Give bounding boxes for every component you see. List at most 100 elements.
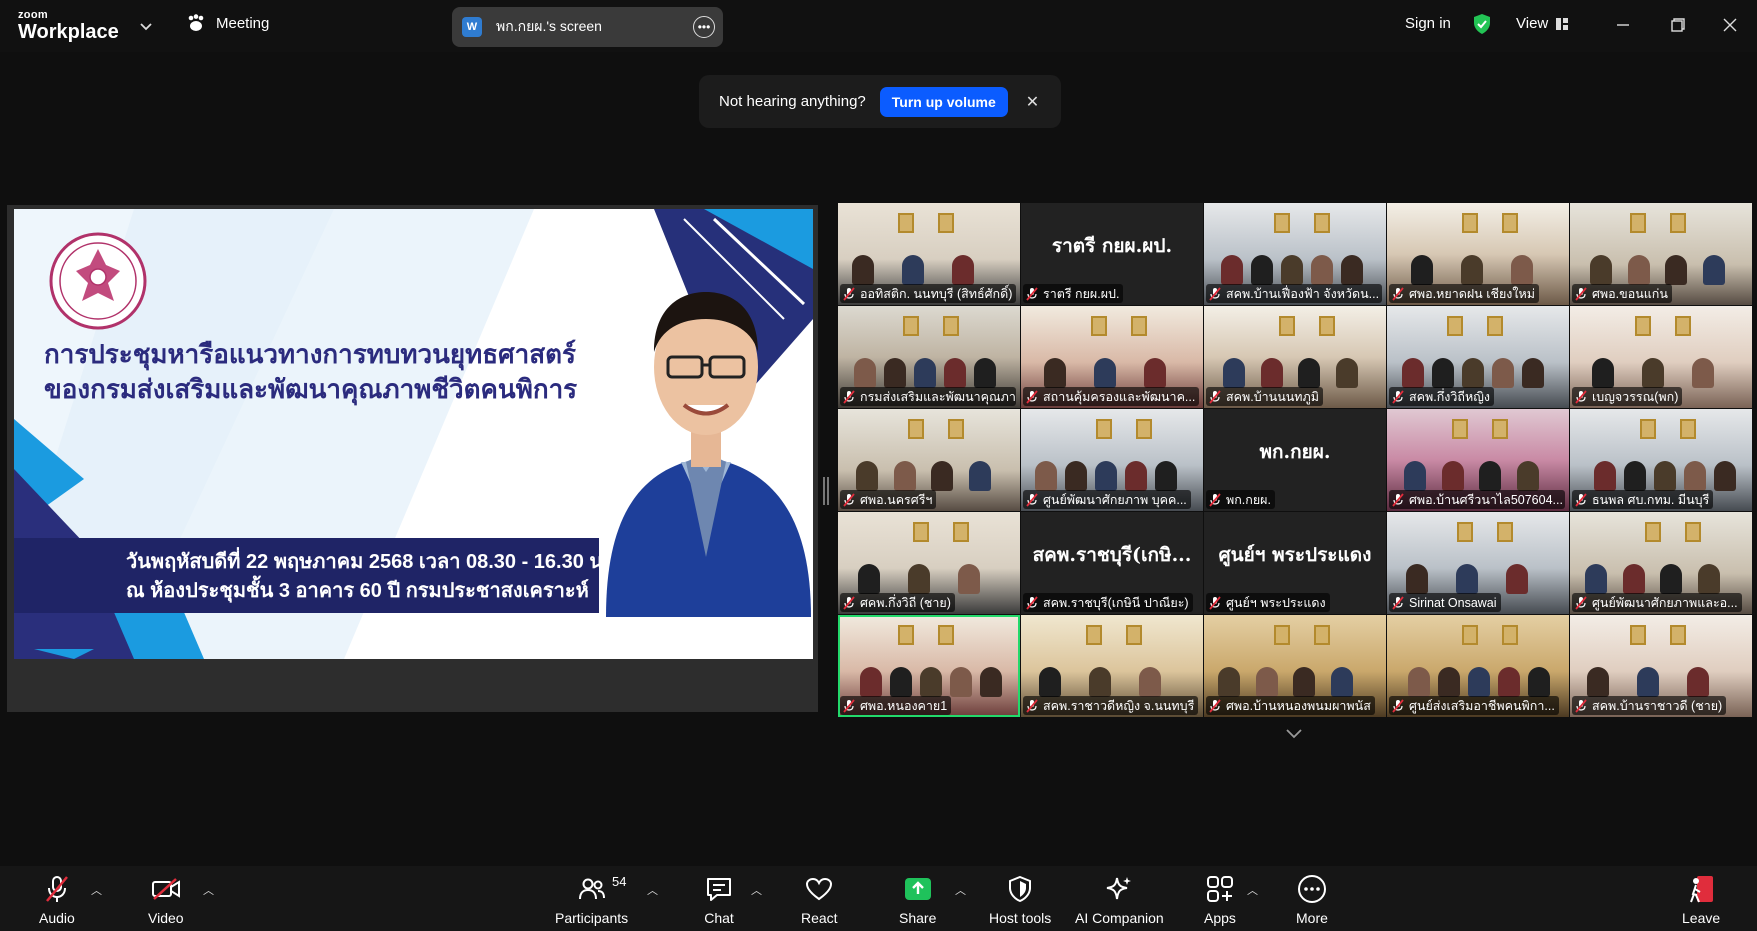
wall-portrait [1685,522,1701,542]
wall-portrait [1502,625,1518,645]
person-silhouette [958,564,980,594]
participant-tile[interactable]: สคพ.กึ่งวิถีหญิง [1387,306,1569,408]
person-silhouette [1637,667,1659,697]
more-button[interactable]: More [1296,874,1328,926]
participant-tile[interactable]: ศูนย์พัฒนาศักยภาพ บุคค... [1021,409,1203,511]
split-resize-handle[interactable] [823,477,829,505]
person-silhouette [1404,461,1426,491]
person-silhouette [944,358,966,388]
person-silhouette [1622,564,1645,594]
notice-message: Not hearing anything? [719,93,866,110]
encryption-shield-icon[interactable] [1472,13,1492,35]
person-silhouette [1218,667,1240,697]
person-silhouette [1251,255,1273,285]
view-button[interactable]: View [1516,15,1569,32]
participant-name-label: ศูนย์พัฒนาศักยภาพ บุคค... [1023,490,1191,509]
apps-button[interactable]: Apps [1204,874,1236,926]
person-silhouette [1044,358,1066,388]
video-options-caret-icon[interactable]: ︿ [203,882,214,897]
participant-tile[interactable]: ศพอ.นครศรีฯ [838,409,1020,511]
participant-tile[interactable]: สถานคุ้มครองและพัฒนาค... [1021,306,1203,408]
participant-tile[interactable]: ศพอ.หยาดฝน เชียงใหม่ [1387,203,1569,305]
person-silhouette [1281,255,1303,285]
chat-button[interactable]: Chat [704,874,734,926]
participant-name: ศพอ.บ้านศรีวนาไล507604... [1409,492,1563,507]
participant-tile[interactable]: ศูนย์ฯ พระประแดง ศูนย์ฯ พระประแดง [1204,512,1386,614]
participant-name-label: ศูนย์ฯ พระประแดง [1206,593,1330,612]
apps-options-caret-icon[interactable]: ︿ [1247,882,1258,897]
participant-tile[interactable]: Sirinat Onsawai [1387,512,1569,614]
participant-tile[interactable]: ศูนย์พัฒนาศักยภาพและอ... [1570,512,1752,614]
person-silhouette [1660,564,1682,594]
audio-options-caret-icon[interactable]: ︿ [91,882,102,897]
person-silhouette [1089,667,1111,697]
participant-tile[interactable]: สคพ.บ้านราชาวดี (ชาย) [1570,615,1752,717]
participants-options-caret-icon[interactable]: ︿ [647,882,658,897]
person-silhouette [858,564,880,594]
audio-notice: Not hearing anything? Turn up volume ✕ [699,75,1061,128]
participant-tile[interactable]: ธนพล ศบ.กทม. มีนบุรี [1570,409,1752,511]
person-silhouette [860,667,882,697]
person-silhouette [1692,358,1714,388]
video-people [1387,354,1569,388]
participant-tile[interactable]: ออทิสติก. นนทบุรี (สิทธ์ศักดิ์) [838,203,1020,305]
participant-tile[interactable]: พก.กยผ. พก.กยผ. [1204,409,1386,511]
participant-tile[interactable]: ศพอ.ขอนแก่น [1570,203,1752,305]
minimize-icon[interactable] [1610,12,1636,38]
wall-portrait [1274,625,1290,645]
person-silhouette [1139,667,1161,697]
video-people [838,560,1020,594]
participant-tile[interactable]: สคพ.บ้านนนทภูมิ [1204,306,1386,408]
participant-tile[interactable]: ราตรี กยผ.ผป. ราตรี กยผ.ผป. [1021,203,1203,305]
screen-share-pill[interactable]: W พก.กยผ.'s screen ••• [452,7,723,47]
participant-name: ศูนย์ฯ พระประแดง [1226,595,1326,610]
speaker-photo [606,292,811,617]
person-silhouette [968,461,991,491]
wall-portrait [913,522,929,542]
participant-tile[interactable]: ศคพ.กึ่งวิถี (ชาย) [838,512,1020,614]
participant-tile[interactable]: กรมส่งเสริมและพัฒนาคุณภา... [838,306,1020,408]
turn-up-volume-button[interactable]: Turn up volume [879,86,1008,117]
participant-tile[interactable]: ศพอ.บ้านศรีวนาไล507604... [1387,409,1569,511]
close-window-icon[interactable] [1717,12,1743,38]
sign-in-link[interactable]: Sign in [1405,15,1451,32]
person-silhouette [1441,461,1464,491]
muted-mic-icon [1392,595,1404,610]
participant-tile[interactable]: ศพอ.หนองคาย1 [838,615,1020,717]
leave-button[interactable]: Leave [1682,874,1720,926]
participant-tile[interactable]: สคพ.บ้านเฟื่องฟ้า จังหวัดน... [1204,203,1386,305]
wall-portrait [1645,522,1661,542]
meeting-button[interactable]: Meeting [186,14,269,32]
participant-name: ศพอ.บ้านหนองพนมผาพนัส [1226,698,1371,713]
wall-portrait [1314,213,1330,233]
muted-mic-icon [1575,698,1587,713]
person-silhouette [902,255,924,285]
participant-name-label: ธนพล ศบ.กทม. มีนบุรี [1572,490,1714,509]
share-options-caret-icon[interactable]: ︿ [955,882,966,897]
participant-name-label: สถานคุ้มครองและพัฒนาค... [1023,387,1199,406]
share-button[interactable]: Share [899,874,936,926]
chat-options-caret-icon[interactable]: ︿ [751,882,762,897]
presentation-slide: การประชุมหารือแนวทางการทบทวนยุทธศาสตร์ ข… [14,209,813,659]
gallery-next-page-icon[interactable] [1283,725,1305,741]
video-button[interactable]: Video [148,874,184,926]
react-button[interactable]: React [801,874,838,926]
close-icon[interactable]: ✕ [1026,92,1039,112]
participant-name: ศูนย์พัฒนาศักยภาพและอ... [1592,595,1738,610]
person-silhouette [884,358,906,388]
participant-tile[interactable]: ศพอ.บ้านหนองพนมผาพนัส [1204,615,1386,717]
participant-tile[interactable]: เบญจวรรณ(พก) [1570,306,1752,408]
participant-name-label: ศพอ.บ้านศรีวนาไล507604... [1389,490,1565,509]
participant-name: กรมส่งเสริมและพัฒนาคุณภา... [860,389,1016,404]
more-options-icon[interactable]: ••• [693,16,715,38]
ai-companion-button[interactable]: AI Companion [1075,874,1164,926]
person-silhouette [856,461,878,491]
audio-button[interactable]: Audio [39,874,75,926]
participant-tile[interactable]: สคพ.ราชาวดีหญิง จ.นนทบุรี [1021,615,1203,717]
video-people [1387,663,1569,697]
host-tools-button[interactable]: Host tools [989,874,1051,926]
chevron-down-icon[interactable] [138,18,154,34]
restore-icon[interactable] [1665,12,1691,38]
participant-tile[interactable]: สคพ.ราชบุรี(เกษิ... สคพ.ราชบุรี(เกษินี ปา… [1021,512,1203,614]
participant-tile[interactable]: ศูนย์ส่งเสริมอาชีพคนพิกา... [1387,615,1569,717]
